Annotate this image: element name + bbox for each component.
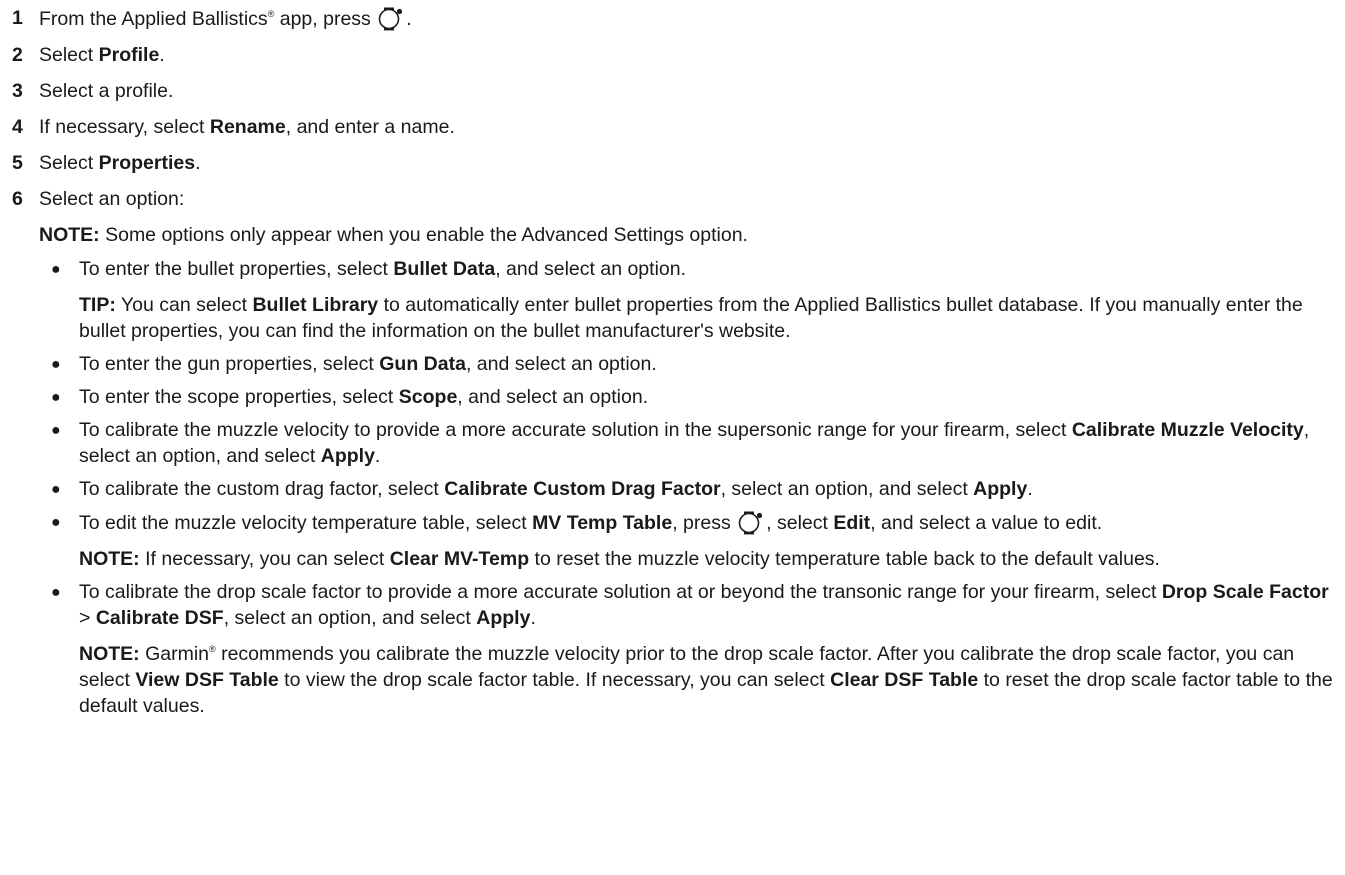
ui-term: Bullet Library <box>252 294 379 316</box>
list-item: ● To enter the bullet properties, select… <box>39 256 1339 344</box>
step-text: From the Applied Ballistics® app, press … <box>39 7 412 31</box>
note-text: Some options only appear when you enable… <box>99 224 748 246</box>
step-text-part: . <box>195 152 201 174</box>
item-text: To calibrate the drop scale factor to pr… <box>79 581 1162 603</box>
ui-term: Profile <box>98 44 160 66</box>
note-text: If necessary, you can select <box>139 548 390 570</box>
procedure-document: 1 From the Applied Ballistics® app, pres… <box>0 0 1345 719</box>
note-label: NOTE: <box>79 548 140 570</box>
bullet-icon: ● <box>51 422 61 439</box>
item-text: , press <box>672 512 737 534</box>
note-label: NOTE: <box>39 224 100 246</box>
item-text: . <box>1027 478 1033 500</box>
item-text: To enter the bullet properties, select <box>79 258 394 280</box>
step-3: 3 Select a profile. <box>6 78 1339 104</box>
step-number: 3 <box>12 80 23 102</box>
ui-term: Calibrate DSF <box>95 607 224 629</box>
watch-button-icon <box>378 7 403 31</box>
item-text: , and select an option. <box>495 258 687 280</box>
tip-text: You can select <box>115 294 253 316</box>
step-text: If necessary, select Rename, and enter a… <box>39 116 455 138</box>
menu-separator: > <box>79 607 96 629</box>
bullet-icon: ● <box>51 514 61 531</box>
step-text-part: , and enter a name. <box>285 116 455 138</box>
item-text: To calibrate the muzzle velocity to prov… <box>79 419 1072 441</box>
option-list: ● To enter the bullet properties, select… <box>39 256 1339 719</box>
step-note: NOTE: Some options only appear when you … <box>39 222 1339 248</box>
bullet-icon: ● <box>51 389 61 406</box>
step-text: Select Properties. <box>39 152 201 174</box>
step-number: 1 <box>12 7 23 29</box>
ui-term: Apply <box>973 478 1028 500</box>
step-text-part: app, press <box>274 8 377 30</box>
list-item: ● To edit the muzzle velocity temperatur… <box>39 509 1339 572</box>
ui-term: Calibrate Custom Drag Factor <box>444 478 721 500</box>
step-number: 2 <box>12 44 23 66</box>
list-item: ● To enter the gun properties, select Gu… <box>39 351 1339 377</box>
bullet-icon: ● <box>51 481 61 498</box>
item-text: To enter the gun properties, select <box>79 353 380 375</box>
list-item: ● To calibrate the custom drag factor, s… <box>39 476 1339 502</box>
step-text: Select a profile. <box>39 80 174 102</box>
ui-term: Calibrate Muzzle Velocity <box>1071 419 1304 441</box>
item-text: , select an option, and select <box>223 607 477 629</box>
note-block: NOTE: If necessary, you can select Clear… <box>79 546 1339 572</box>
step-text-part: . <box>406 8 412 30</box>
note-block: NOTE: Garmin® recommends you calibrate t… <box>79 641 1339 719</box>
tip-block: TIP: You can select Bullet Library to au… <box>79 292 1339 344</box>
step-text-part: Select <box>39 152 99 174</box>
step-4: 4 If necessary, select Rename, and enter… <box>6 114 1339 140</box>
bullet-icon: ● <box>51 356 61 373</box>
bullet-icon: ● <box>51 584 61 601</box>
item-text: , select <box>766 512 834 534</box>
item-text: . <box>374 445 381 467</box>
ui-term: Bullet Data <box>393 258 496 280</box>
step-number: 6 <box>12 188 23 210</box>
list-item: ● To enter the scope properties, select … <box>39 384 1339 410</box>
bullet-icon: ● <box>51 261 61 278</box>
ui-term: MV Temp Table <box>532 512 673 534</box>
ui-term: Scope <box>398 386 458 408</box>
note-label: NOTE: <box>79 643 140 665</box>
ui-term: Clear MV-Temp <box>389 548 530 570</box>
list-item: ● To calibrate the drop scale factor to … <box>39 579 1339 719</box>
step-text-part: . <box>159 44 165 66</box>
ui-term: Edit <box>833 512 871 534</box>
item-text: To enter the scope properties, select <box>79 386 399 408</box>
step-6: 6 Select an option: NOTE: Some options o… <box>6 186 1339 719</box>
step-text-part: From the Applied Ballistics <box>39 8 268 30</box>
step-text-part: If necessary, select <box>39 116 210 138</box>
ui-term: Properties <box>98 152 196 174</box>
ui-term: Clear DSF Table <box>830 669 979 691</box>
step-number: 5 <box>12 152 23 174</box>
note-text: to reset the muzzle velocity temperature… <box>529 548 1160 570</box>
step-text-part: Select <box>39 44 99 66</box>
item-text: To calibrate the custom drag factor, sel… <box>79 478 445 500</box>
step-1: 1 From the Applied Ballistics® app, pres… <box>6 0 1339 32</box>
ui-term: Rename <box>209 116 286 138</box>
ui-term: Apply <box>476 607 531 629</box>
watch-button-icon <box>738 511 763 535</box>
item-text: To edit the muzzle velocity temperature … <box>79 512 533 534</box>
step-text: Select an option: <box>39 188 185 210</box>
item-text: , select an option, and select <box>720 478 974 500</box>
ui-term: Gun Data <box>379 353 466 375</box>
ui-term: View DSF Table <box>135 669 279 691</box>
note-text: Garmin <box>139 643 210 665</box>
ui-term: Apply <box>320 445 375 467</box>
step-5: 5 Select Properties. <box>6 150 1339 176</box>
tip-label: TIP: <box>79 294 116 316</box>
item-text: , and select an option. <box>457 386 649 408</box>
step-2: 2 Select Profile. <box>6 42 1339 68</box>
registered-mark: ® <box>209 644 216 654</box>
item-text: . <box>530 607 536 629</box>
list-item: ● To calibrate the muzzle velocity to pr… <box>39 417 1339 469</box>
step-number: 4 <box>12 116 23 138</box>
ui-term: Drop Scale Factor <box>1161 581 1329 603</box>
item-text: , and select a value to edit. <box>870 512 1103 534</box>
note-text: to view the drop scale factor table. If … <box>278 669 831 691</box>
item-text: , and select an option. <box>465 353 657 375</box>
step-text: Select Profile. <box>39 44 165 66</box>
